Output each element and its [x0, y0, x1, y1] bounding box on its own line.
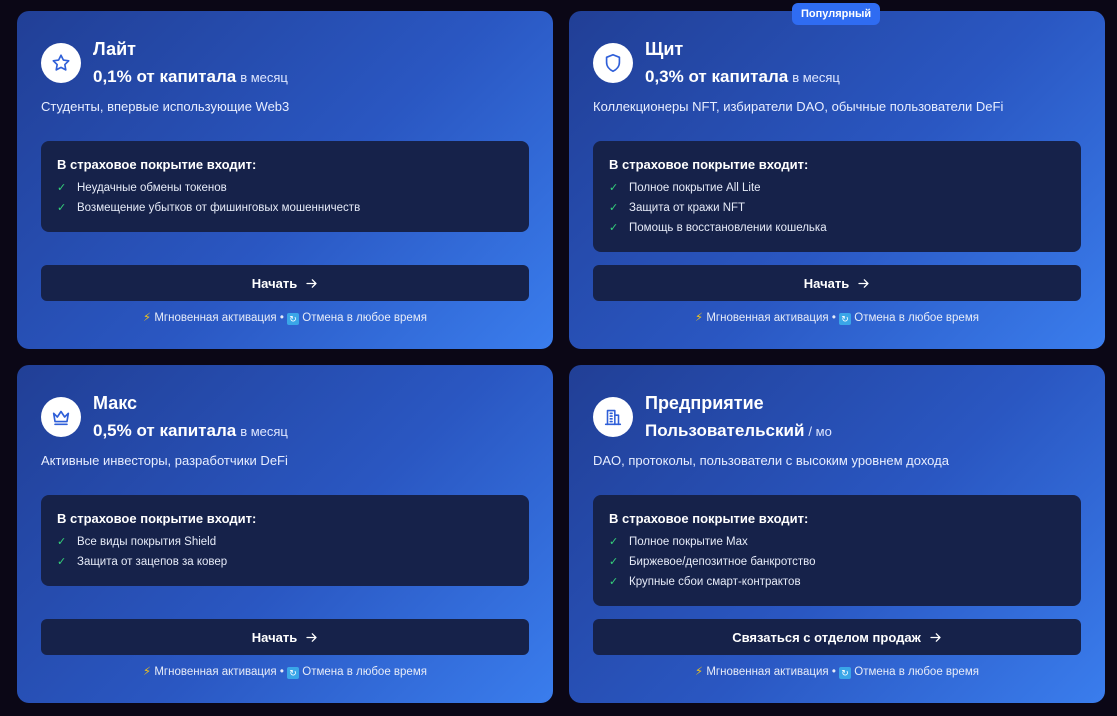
arrow-right-icon: [306, 632, 317, 642]
check-icon: ✓: [57, 202, 67, 214]
plan-icon-badge: [41, 397, 81, 437]
check-icon: ✓: [609, 202, 619, 214]
plan-name: Лайт: [93, 39, 136, 59]
list-item: ✓ Защита от кражи NFT: [609, 198, 1065, 218]
list-item: ✓ Полное покрытие All Lite: [609, 178, 1065, 198]
crown-icon: [52, 410, 70, 426]
check-icon: ✓: [57, 536, 67, 548]
arrow-right-icon: [930, 632, 941, 642]
plan-audience: Активные инвесторы, разработчики DeFi: [41, 453, 288, 468]
start-button[interactable]: Начать: [593, 265, 1081, 301]
plan-audience: DAO, протоколы, пользователи с высоким у…: [593, 453, 949, 468]
lightning-icon: ⚡: [143, 312, 152, 324]
lightning-icon: ⚡: [695, 666, 704, 678]
plan-card-max: Макс 0,5% от капитала в месяц Активные ин…: [17, 365, 553, 703]
coverage-title: В страховое покрытие входит:: [57, 157, 257, 172]
plan-name: Щит: [645, 39, 684, 59]
plan-icon-badge: [41, 43, 81, 83]
refresh-icon: ↻: [839, 313, 852, 325]
list-item: ✓ Биржевое/депозитное банкротство: [609, 552, 1065, 572]
plan-card-lite: Лайт 0,1% от капитала в месяц Студенты, в…: [17, 11, 553, 349]
arrow-right-icon: [306, 278, 317, 288]
pricing-grid: Популярный Лайт 0,1% от капитала в месяц …: [0, 0, 1117, 716]
plan-price: 0,1% от капитала: [93, 67, 237, 86]
feature-list: ✓ Полное покрытие Max ✓ Биржевое/депозитно…: [609, 532, 1065, 592]
start-button[interactable]: Начать: [41, 265, 529, 301]
coverage-panel: В страховое покрытие входит: ✓ Все виды п…: [41, 495, 529, 586]
list-item: ✓ Неудачные обмены токенов: [57, 178, 513, 198]
list-item: ✓ Полное покрытие Max: [609, 532, 1065, 552]
list-item: ✓ Защита от зацепов за ковер: [57, 552, 513, 572]
feature-list: ✓ Все виды покрытия Shield ✓ Защита от зац…: [57, 532, 513, 572]
plan-period: / мо: [808, 424, 832, 439]
price-row: 0,1% от капитала в месяц: [93, 67, 288, 87]
shield-icon: [605, 53, 621, 73]
list-item: ✓ Помощь в восстановлении кошелька: [609, 218, 1065, 238]
plan-audience: Коллекционеры NFT, избиратели DAO, обычн…: [593, 99, 1004, 114]
plan-period: в месяц: [792, 70, 840, 85]
plan-name: Предприятие: [645, 393, 764, 413]
plan-price: 0,5% от капитала: [93, 421, 237, 440]
refresh-icon: ↻: [287, 313, 300, 325]
lightning-icon: ⚡: [695, 312, 704, 324]
feature-list: ✓ Неудачные обмены токенов ✓ Возмещение уб…: [57, 178, 513, 218]
popular-badge: Популярный: [792, 3, 881, 25]
feature-list: ✓ Полное покрытие All Lite ✓ Защита от кра…: [609, 178, 1065, 238]
check-icon: ✓: [57, 556, 67, 568]
list-item: ✓ Все виды покрытия Shield: [57, 532, 513, 552]
coverage-panel: В страховое покрытие входит: ✓ Неудачные …: [41, 141, 529, 232]
price-row: 0,5% от капитала в месяц: [93, 421, 288, 441]
plan-price: Пользовательский: [645, 421, 805, 440]
refresh-icon: ↻: [287, 667, 300, 679]
check-icon: ✓: [609, 576, 619, 588]
star-icon: [52, 54, 70, 71]
contact-sales-button[interactable]: Связаться с отделом продаж: [593, 619, 1081, 655]
plan-period: в месяц: [240, 70, 288, 85]
check-icon: ✓: [57, 182, 67, 194]
plan-card-enterprise: Предприятие Пользовательский / мо DAO, пр…: [569, 365, 1105, 703]
list-item: ✓ Крупные сбои смарт-контрактов: [609, 572, 1065, 592]
plan-card-shield: Щит 0,3% от капитала в месяц Коллекционер…: [569, 11, 1105, 349]
price-row: Пользовательский / мо: [645, 421, 832, 441]
plan-period: в месяц: [240, 424, 288, 439]
plan-footnote: ⚡ Мгновенная активация • ↻ Отмена в любо…: [143, 312, 427, 325]
start-button[interactable]: Начать: [41, 619, 529, 655]
check-icon: ✓: [609, 556, 619, 568]
plan-price: 0,3% от капитала: [645, 67, 789, 86]
coverage-panel: В страховое покрытие входит: ✓ Полное пок…: [593, 141, 1081, 252]
building-icon: [604, 409, 622, 426]
check-icon: ✓: [609, 182, 619, 194]
coverage-title: В страховое покрытие входит:: [57, 511, 257, 526]
coverage-panel: В страховое покрытие входит: ✓ Полное пок…: [593, 495, 1081, 606]
list-item: ✓ Возмещение убытков от фишинговых мошенн…: [57, 198, 513, 218]
check-icon: ✓: [609, 222, 619, 234]
plan-name: Макс: [93, 393, 138, 413]
lightning-icon: ⚡: [143, 666, 152, 678]
coverage-title: В страховое покрытие входит:: [609, 511, 809, 526]
arrow-right-icon: [858, 278, 869, 288]
check-icon: ✓: [609, 536, 619, 548]
price-row: 0,3% от капитала в месяц: [645, 67, 840, 87]
plan-icon-badge: [593, 397, 633, 437]
refresh-icon: ↻: [839, 667, 852, 679]
plan-icon-badge: [593, 43, 633, 83]
plan-footnote: ⚡ Мгновенная активация • ↻ Отмена в любо…: [695, 312, 979, 325]
plan-footnote: ⚡ Мгновенная активация • ↻ Отмена в любо…: [695, 666, 979, 679]
coverage-title: В страховое покрытие входит:: [609, 157, 809, 172]
plan-footnote: ⚡ Мгновенная активация • ↻ Отмена в любо…: [143, 666, 427, 679]
plan-audience: Студенты, впервые использующие Web3: [41, 99, 290, 114]
